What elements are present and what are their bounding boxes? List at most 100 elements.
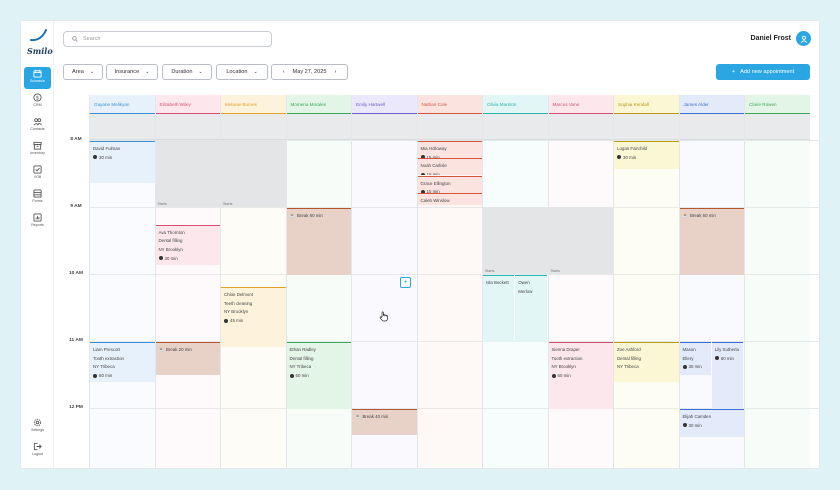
location-dropdown[interactable]: Location ⌄ xyxy=(216,64,268,80)
all-day-band xyxy=(352,114,417,140)
appointment-card[interactable]: Owen Merlow xyxy=(515,275,547,342)
unavailable-block xyxy=(483,207,548,274)
doctor-column-header[interactable]: Marcus Vane xyxy=(548,95,613,114)
form-icon xyxy=(33,189,42,198)
appointment-duration: 30 min xyxy=(682,422,742,431)
appointment-location: NY Brooklyn xyxy=(158,246,183,252)
doctor-name: Olivia Marston xyxy=(487,101,517,107)
time-label: 10 AM xyxy=(69,271,83,276)
sidebar-item-vob[interactable]: VOB xyxy=(24,163,51,185)
appointment-location: NY Tribeca xyxy=(93,364,115,370)
appointment-card[interactable]: Grace Ellington 15 min xyxy=(417,175,482,193)
checkbox-icon xyxy=(33,165,42,174)
chevron-right-icon[interactable]: › xyxy=(334,69,336,75)
sidebar-item-label: Schedule xyxy=(30,79,45,83)
sidebar: Smilo Schedule $ CRM Contacts Inventory … xyxy=(21,21,54,468)
appointment-duration-text: 60 min xyxy=(557,372,571,378)
sidebar-item-inventory[interactable]: Inventory xyxy=(24,139,51,161)
search-icon xyxy=(72,36,78,42)
add-appointment-button[interactable]: + Add new appointment xyxy=(716,64,810,80)
sidebar-item-reports[interactable]: Reports xyxy=(24,211,51,233)
logo[interactable]: Smilo xyxy=(27,29,53,56)
user-name[interactable]: Daniel Frost xyxy=(751,35,791,42)
appointment-name: Liam Prescott xyxy=(93,347,120,352)
appointment-card[interactable]: Chloe Delmont Teeth cleaning NY Brooklyn 45… xyxy=(221,287,286,348)
appointment-name: Break 20 min xyxy=(165,347,192,352)
appointment-card[interactable]: Ethan Radley Dental filling NY Tribeca 60 m… xyxy=(286,342,351,409)
area-dropdown[interactable]: Area ⌄ xyxy=(63,64,103,80)
appointment-card[interactable]: David Fulman 30 min xyxy=(90,141,155,183)
chevron-down-icon: ⌄ xyxy=(145,69,150,75)
clock-icon xyxy=(158,256,163,261)
doctor-name: James Alder xyxy=(683,101,709,107)
gear-icon xyxy=(33,418,42,427)
all-day-band xyxy=(548,114,613,140)
doctor-name: Elizabeth Wiley xyxy=(159,101,191,107)
appointment-duration: 30 min xyxy=(158,255,218,264)
doctor-name: Sophia Kendall xyxy=(618,101,649,107)
doctor-column: Momena Morales xyxy=(285,95,351,468)
all-day-band xyxy=(679,114,744,140)
sidebar-item-forms[interactable]: Forms xyxy=(24,187,51,209)
appointment-procedure: Dental filling xyxy=(617,355,641,361)
sidebar-item-crm[interactable]: $ CRM xyxy=(24,91,51,113)
duration-dropdown[interactable]: Duration ⌄ xyxy=(162,64,212,80)
doctor-column: Marcus Vane xyxy=(547,95,613,468)
avatar[interactable] xyxy=(796,31,811,46)
appointment-duration-text: 45 min xyxy=(230,317,244,323)
sidebar-item-label: Logout xyxy=(32,452,43,456)
doctor-column-header[interactable]: Momena Morales xyxy=(286,95,351,114)
break-block[interactable]: ☕ Break 60 min xyxy=(679,208,744,275)
doctor-column-header[interactable]: Elizabeth Wiley xyxy=(155,95,220,114)
break-block[interactable]: ☕ Break 60 min xyxy=(286,208,351,275)
appointment-duration: 60 min xyxy=(551,372,611,381)
appointment-card[interactable]: Ava Thornton Dental filling NY Brooklyn 30 … xyxy=(155,224,220,265)
doctor-column-header[interactable]: Sophia Kendall xyxy=(614,95,679,114)
appointment-name: Mia Holloway xyxy=(420,146,447,151)
appointment-procedure: Dental filling xyxy=(289,355,314,361)
appointment-card[interactable]: Mia Holloway 15 min xyxy=(417,141,482,158)
chevron-left-icon[interactable]: ‹ xyxy=(283,69,285,75)
doctor-column-header[interactable]: Olivia Marston xyxy=(483,95,548,114)
all-day-band xyxy=(221,114,286,140)
add-slot-icon[interactable]: + xyxy=(400,277,411,288)
appointment-card[interactable]: Logan Fairchild 30 min xyxy=(614,141,679,169)
appointment-duration-text: 60 min xyxy=(99,372,113,378)
appointment-name: Mason Ellery xyxy=(682,347,696,361)
appointment-duration: 45 min xyxy=(224,317,283,326)
break-block[interactable]: ☕ Break 40 min xyxy=(352,409,417,435)
logo-swoosh-icon xyxy=(30,29,47,42)
appointment-card[interactable]: Caleb Winslow xyxy=(417,193,482,206)
appointment-card[interactable]: Sienna Draper Tooth extraction NY Brooklyn… xyxy=(548,342,613,409)
insurance-dropdown[interactable]: Insurance ⌄ xyxy=(106,64,158,80)
current-date[interactable]: May 27, 2025 xyxy=(293,69,327,75)
doctor-column-header[interactable]: Emily Hartwell xyxy=(352,95,417,114)
box-icon xyxy=(33,141,42,150)
appointment-card[interactable]: Liam Prescott Tooth extraction NY Tribeca 6… xyxy=(90,342,155,382)
break-block[interactable]: ☕ Break 20 min xyxy=(155,342,220,375)
sidebar-item-contacts[interactable]: Contacts xyxy=(24,115,51,137)
starts-label: Starts xyxy=(223,201,233,206)
doctor-name: Gayane Melikyan xyxy=(94,101,130,107)
appointment-location: NY Tribeca xyxy=(617,364,639,370)
appointment-procedure: Tooth extraction xyxy=(551,355,583,361)
doctor-column-header[interactable]: Claire Rowen xyxy=(745,95,810,114)
appointment-card[interactable]: Zoe Ashford Dental filling NY Tribeca xyxy=(614,342,679,382)
search-input[interactable]: Search xyxy=(63,31,272,47)
logo-text: Smilo xyxy=(27,46,53,56)
doctor-column-header[interactable]: James Alder xyxy=(679,95,744,114)
appointment-card[interactable]: Lily Sutherla 60 min xyxy=(711,342,743,409)
appointment-duration: 60 min xyxy=(289,372,349,381)
doctor-column-header[interactable]: Nathan Cole xyxy=(417,95,482,114)
appointment-card[interactable]: Mason Ellery 30 min xyxy=(679,342,711,375)
doctor-column-header[interactable]: Melanie Barnes xyxy=(221,95,286,114)
appointment-card[interactable]: Isla Beckett xyxy=(483,275,515,342)
appointment-card[interactable]: Noah Carlisle 15 min xyxy=(417,158,482,176)
appointment-name: Break 60 min xyxy=(689,213,716,218)
sidebar-item-logout[interactable]: Logout xyxy=(24,440,51,462)
appointment-card[interactable]: Elijah Camden 30 min xyxy=(679,409,744,437)
doctor-name: Emily Hartwell xyxy=(356,101,386,107)
sidebar-item-schedule[interactable]: Schedule xyxy=(24,67,51,89)
sidebar-item-settings[interactable]: Settings xyxy=(24,416,51,438)
doctor-column-header[interactable]: Gayane Melikyan xyxy=(90,95,155,114)
